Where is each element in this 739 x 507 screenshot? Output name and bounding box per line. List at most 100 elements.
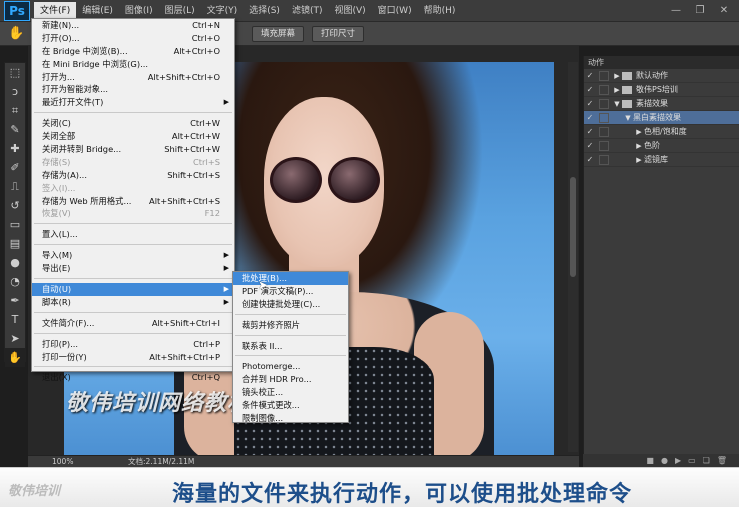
action-row[interactable]: ✓ ▼ 黑白素描效果 [584, 111, 739, 125]
toggle-check-icon[interactable]: ✓ [584, 113, 596, 122]
expand-right-icon[interactable]: ▶ [634, 128, 644, 136]
expand-right-icon[interactable]: ▶ [612, 72, 622, 80]
menu-item[interactable]: 视图(V) [328, 2, 371, 20]
new-action-icon[interactable]: ❏ [703, 456, 710, 465]
expand-right-icon[interactable]: ▶ [612, 86, 622, 94]
dialog-toggle-box[interactable] [599, 98, 609, 109]
file-menu-item[interactable]: 打开(O)... Ctrl+O [32, 32, 234, 45]
toggle-check-icon[interactable]: ✓ [584, 99, 596, 108]
dialog-toggle-box[interactable] [599, 70, 609, 81]
dialog-toggle-box[interactable] [599, 112, 609, 123]
zoom-level[interactable]: 100% [52, 457, 88, 466]
file-menu-item[interactable]: 打印一份(Y) Alt+Shift+Ctrl+P [32, 351, 234, 364]
file-menu-item[interactable]: 打开为... Alt+Shift+Ctrl+O [32, 71, 234, 84]
file-menu-item[interactable]: 关闭全部 Alt+Ctrl+W [32, 130, 234, 143]
automate-menu-item[interactable]: 镜头校正... [233, 386, 348, 399]
action-row[interactable]: ✓ ▶ 色相/饱和度 [584, 125, 739, 139]
action-row[interactable]: ✓ ▶ 滤镜库 [584, 153, 739, 167]
hand-tool-icon[interactable]: ✋ [5, 348, 25, 367]
file-menu-item[interactable]: 在 Mini Bridge 中浏览(G)... [32, 58, 234, 71]
automate-menu-item[interactable]: 创建快捷批处理(C)... [233, 298, 348, 311]
eraser-tool-icon[interactable]: ▭ [5, 215, 25, 234]
dodge-tool-icon[interactable]: ◔ [5, 272, 25, 291]
menu-item[interactable]: 文字(Y) [201, 2, 244, 20]
menu-item[interactable]: 滤镜(T) [286, 2, 329, 20]
new-set-icon[interactable]: ▭ [688, 456, 696, 465]
restore-icon[interactable]: ❐ [691, 3, 709, 17]
toggle-check-icon[interactable]: ✓ [584, 155, 596, 164]
file-menu-item[interactable]: 自动(U) ▶ [32, 283, 234, 296]
file-menu-item[interactable]: 置入(L)... [32, 228, 234, 241]
brush-tool-icon[interactable]: ✐ [5, 158, 25, 177]
expand-down-icon[interactable]: ▼ [623, 114, 633, 122]
file-menu-item[interactable]: 新建(N)... Ctrl+N [32, 19, 234, 32]
minimize-icon[interactable]: — [667, 3, 685, 17]
automate-menu-item[interactable]: Photomerge... [233, 360, 348, 373]
file-menu-item[interactable]: 最近打开文件(T) ▶ [32, 96, 234, 109]
vertical-scrollbar[interactable] [568, 62, 578, 452]
action-row[interactable]: ✓ ▶ 默认动作 [584, 69, 739, 83]
automate-menu-item[interactable]: 裁剪并修齐照片 [233, 319, 348, 332]
type-tool-icon[interactable]: T [5, 310, 25, 329]
file-menu-item[interactable]: 导入(M) ▶ [32, 249, 234, 262]
print-size-button[interactable]: 打印尺寸 [312, 26, 365, 42]
automate-menu-item[interactable]: 联系表 II... [233, 340, 348, 353]
file-menu-item[interactable]: 打开为智能对象... [32, 83, 234, 96]
file-menu-item[interactable]: 关闭(C) Ctrl+W [32, 117, 234, 130]
toggle-check-icon[interactable]: ✓ [584, 127, 596, 136]
automate-menu-item[interactable]: 条件模式更改... [233, 399, 348, 412]
toggle-check-icon[interactable]: ✓ [584, 141, 596, 150]
crop-tool-icon[interactable]: ⌗ [5, 101, 25, 120]
expand-right-icon[interactable]: ▶ [634, 156, 644, 164]
file-menu-item[interactable]: 文件简介(F)... Alt+Shift+Ctrl+I [32, 317, 234, 330]
dialog-toggle-box[interactable] [599, 154, 609, 165]
file-menu-item[interactable]: 存储为(A)... Shift+Ctrl+S [32, 169, 234, 182]
menu-item[interactable]: 图像(I) [119, 2, 159, 20]
eyedropper-tool-icon[interactable]: ✎ [5, 120, 25, 139]
expand-down-icon[interactable]: ▼ [612, 100, 622, 108]
dialog-toggle-box[interactable] [599, 140, 609, 151]
stop-icon[interactable]: ■ [646, 456, 654, 465]
action-row[interactable]: ✓ ▶ 敬伟PS培训 [584, 83, 739, 97]
menu-item[interactable]: 编辑(E) [76, 2, 119, 20]
file-menu-item[interactable]: 恢复(V) F12 [32, 207, 234, 220]
file-menu-item[interactable]: 存储(S) Ctrl+S [32, 156, 234, 169]
blur-tool-icon[interactable]: ● [5, 253, 25, 272]
pen-tool-icon[interactable]: ✒ [5, 291, 25, 310]
marquee-tool-icon[interactable]: ⬚ [5, 63, 25, 82]
toggle-check-icon[interactable]: ✓ [584, 85, 596, 94]
file-menu-item[interactable]: 签入(I)... [32, 182, 234, 195]
automate-menu-item[interactable]: PDF 演示文稿(P)... [233, 285, 348, 298]
fill-screen-button[interactable]: 填充屏幕 [252, 26, 305, 42]
file-menu-item[interactable]: 导出(E) ▶ [32, 262, 234, 275]
automate-menu-item[interactable]: 限制图像... [233, 412, 348, 425]
menu-item[interactable]: 帮助(H) [418, 2, 462, 20]
lasso-tool-icon[interactable]: ↄ [5, 82, 25, 101]
history-brush-icon[interactable]: ↺ [5, 196, 25, 215]
file-menu-item[interactable]: 存储为 Web 所用格式... Alt+Shift+Ctrl+S [32, 195, 234, 208]
file-menu-item[interactable]: 退出(X) Ctrl+Q [32, 371, 234, 384]
action-row[interactable]: ✓ ▼ 素描效果 [584, 97, 739, 111]
healing-tool-icon[interactable]: ✚ [5, 139, 25, 158]
file-menu-item[interactable]: 脚本(R) ▶ [32, 296, 234, 309]
gradient-tool-icon[interactable]: ▤ [5, 234, 25, 253]
actions-panel-title[interactable]: 动作 [584, 56, 739, 69]
action-row[interactable]: ✓ ▶ 色阶 [584, 139, 739, 153]
record-icon[interactable]: ● [661, 456, 668, 465]
menu-item[interactable]: 选择(S) [243, 2, 286, 20]
close-icon[interactable]: ✕ [715, 3, 733, 17]
menu-item[interactable]: 文件(F) [34, 1, 77, 20]
path-select-icon[interactable]: ➤ [5, 329, 25, 348]
file-menu-item[interactable]: 在 Bridge 中浏览(B)... Alt+Ctrl+O [32, 45, 234, 58]
automate-menu-item[interactable]: 批处理(B)... [233, 272, 348, 285]
menu-item[interactable]: 图层(L) [159, 2, 201, 20]
delete-icon[interactable]: 🗑 [717, 456, 727, 465]
dialog-toggle-box[interactable] [599, 84, 609, 95]
automate-menu-item[interactable]: 合并到 HDR Pro... [233, 373, 348, 386]
file-menu-item[interactable]: 打印(P)... Ctrl+P [32, 338, 234, 351]
play-icon[interactable]: ▶ [675, 456, 681, 465]
menu-item[interactable]: 窗口(W) [372, 2, 418, 20]
dialog-toggle-box[interactable] [599, 126, 609, 137]
stamp-tool-icon[interactable]: ⎍ [5, 177, 25, 196]
expand-right-icon[interactable]: ▶ [634, 142, 644, 150]
